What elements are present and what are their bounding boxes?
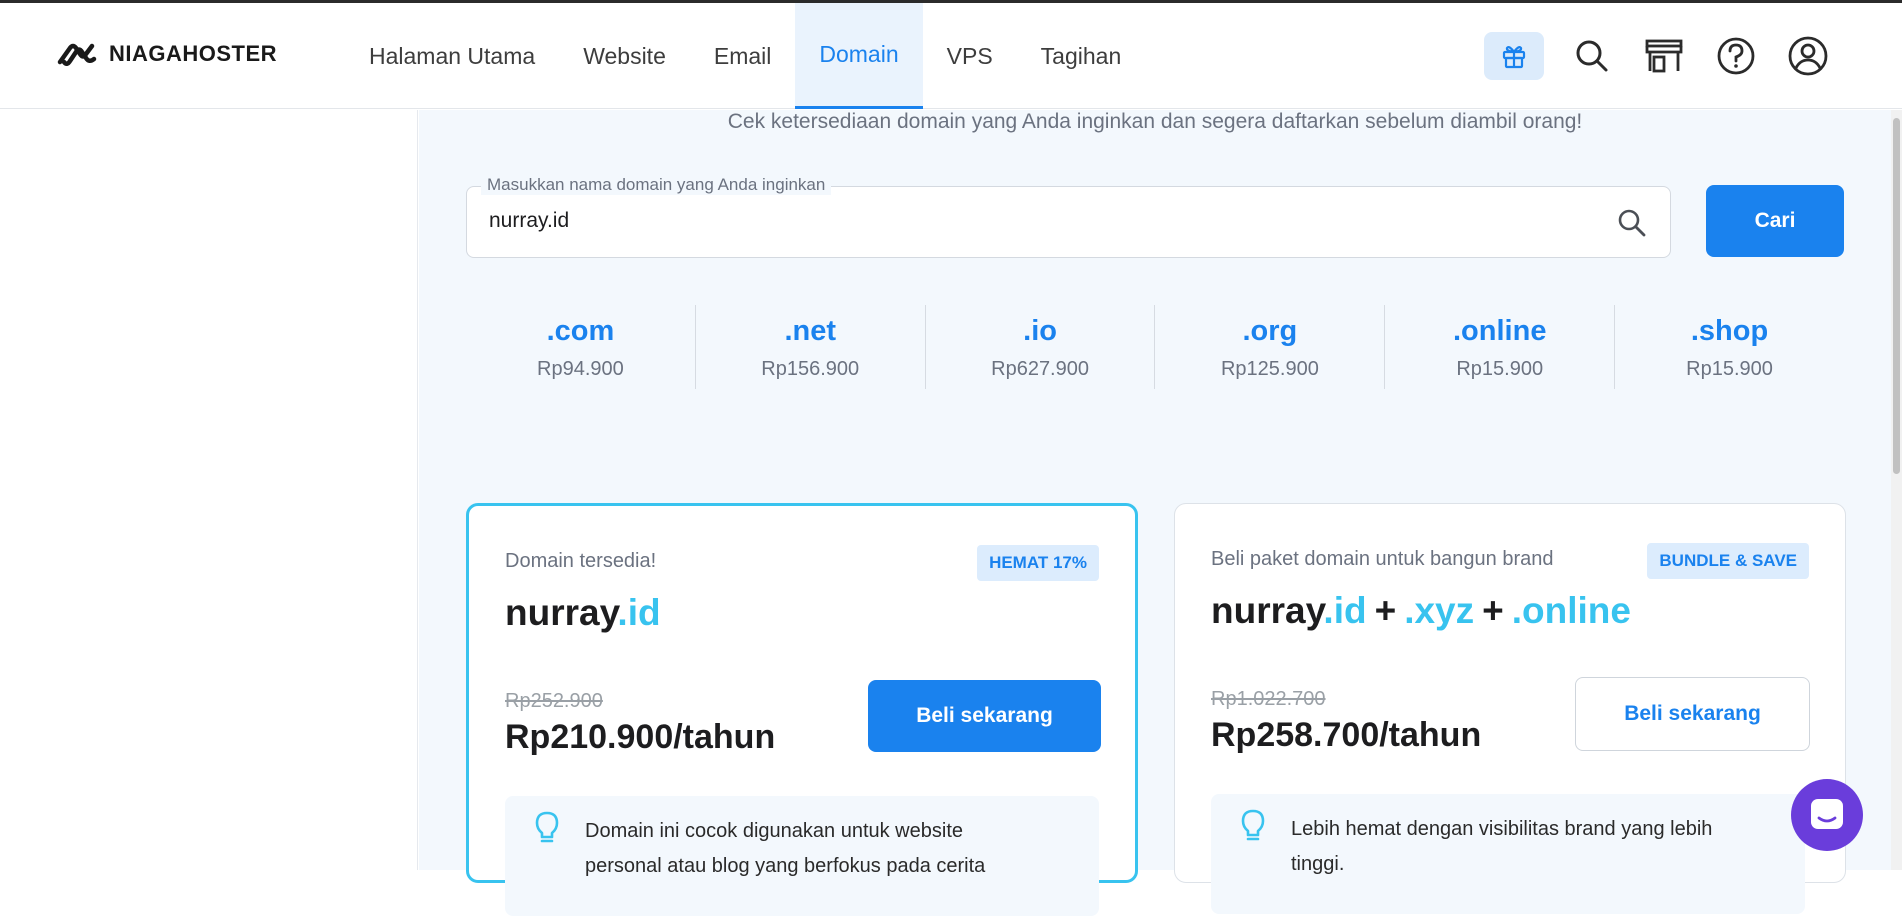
domain-extension: .id xyxy=(617,592,661,633)
tld-price: Rp15.900 xyxy=(1686,358,1773,380)
store-icon xyxy=(1645,39,1683,73)
nav-item-website[interactable]: Website xyxy=(559,3,690,109)
bundle-domain-names: nurray.id + .xyz + .online xyxy=(1211,590,1631,632)
current-price: Rp258.700/tahun xyxy=(1211,716,1482,754)
tld-price: Rp125.900 xyxy=(1220,358,1319,380)
page-scrollbar[interactable] xyxy=(1891,110,1902,870)
search-icon xyxy=(1576,40,1608,72)
lightbulb-icon xyxy=(1241,809,1265,841)
tld-price: Rp94.900 xyxy=(537,358,624,380)
nav-item-tagihan[interactable]: Tagihan xyxy=(1017,3,1146,109)
scrollbar-thumb[interactable] xyxy=(1893,118,1900,474)
header-search-button[interactable] xyxy=(1568,32,1616,80)
domain-search-label: Masukkan nama domain yang Anda inginkan xyxy=(481,175,832,195)
domain-extension: .online xyxy=(1511,590,1631,631)
tld-price-list: .com Rp94.900 .net Rp156.900 .io Rp627.9… xyxy=(466,305,1844,389)
brand-name: NIAGAHOSTER xyxy=(109,41,278,66)
domain-base: nurray xyxy=(505,592,618,633)
tld-item[interactable]: .net Rp156.900 xyxy=(696,305,926,389)
tld-price: Rp627.900 xyxy=(991,358,1089,380)
help-button[interactable] xyxy=(1712,32,1760,80)
old-price: Rp1.022.700 xyxy=(1211,688,1326,710)
domain-tip-text: Domain ini cocok digunakan untuk website… xyxy=(585,820,986,877)
cari-button[interactable]: Cari xyxy=(1706,185,1844,257)
domain-tip: Domain ini cocok digunakan untuk website… xyxy=(505,796,1099,916)
gift-icon xyxy=(1502,46,1526,69)
domain-search-value: nurray.id xyxy=(489,209,570,232)
section-subtitle: Cek ketersediaan domain yang Anda ingink… xyxy=(727,110,1583,133)
domain-search-input[interactable]: Masukkan nama domain yang Anda inginkan … xyxy=(466,175,1671,258)
top-header: NIAGAHOSTER Halaman Utama Website Email … xyxy=(0,3,1902,109)
tld-price: Rp156.900 xyxy=(761,358,860,380)
search-field-icon[interactable] xyxy=(1616,207,1648,239)
domain-base: nurray xyxy=(1211,590,1324,631)
tld-name: .org xyxy=(1242,315,1298,347)
chat-icon xyxy=(1811,799,1843,829)
buy-bundle-button[interactable]: Beli sekarang xyxy=(1575,677,1810,751)
tld-name: .net xyxy=(784,315,837,347)
tld-name: .online xyxy=(1453,315,1547,347)
bundle-tip-text: Lebih hemat dengan visibilitas brand yan… xyxy=(1291,818,1713,875)
niagahoster-logo[interactable]: NIAGAHOSTER xyxy=(57,41,277,67)
domain-extension: .id xyxy=(1323,590,1367,631)
bundle-label: Beli paket domain untuk bangun brand xyxy=(1211,548,1554,570)
tld-item[interactable]: .shop Rp15.900 xyxy=(1615,305,1844,389)
niagahoster-logo-icon xyxy=(57,43,97,66)
plus-sign: + xyxy=(1482,590,1504,631)
available-domain-card: Domain tersedia! HEMAT 17% nurray.id Rp2… xyxy=(466,503,1138,916)
left-sidebar xyxy=(0,110,418,870)
tld-name: .com xyxy=(546,315,615,347)
bundle-tip: Lebih hemat dengan visibilitas brand yan… xyxy=(1211,794,1805,914)
nav-item-email[interactable]: Email xyxy=(690,3,796,109)
main-nav: Halaman Utama Website Email Domain VPS T… xyxy=(345,3,1145,109)
domain-extension: .xyz xyxy=(1404,590,1475,631)
tld-item[interactable]: .online Rp15.900 xyxy=(1385,305,1616,389)
store-button[interactable] xyxy=(1640,32,1688,80)
current-price: Rp210.900/tahun xyxy=(505,718,776,756)
header-actions xyxy=(1484,3,1832,109)
tld-name: .shop xyxy=(1690,315,1769,347)
account-icon xyxy=(1788,36,1828,76)
discount-badge: HEMAT 17% xyxy=(977,545,1099,581)
lightbulb-icon xyxy=(535,811,559,843)
tld-price: Rp15.900 xyxy=(1456,358,1544,380)
domain-available-label: Domain tersedia! xyxy=(505,550,657,572)
buy-now-button[interactable]: Beli sekarang xyxy=(868,680,1101,752)
nav-item-domain[interactable]: Domain xyxy=(795,3,923,109)
tld-item[interactable]: .io Rp627.900 xyxy=(926,305,1156,389)
chat-button[interactable] xyxy=(1791,779,1863,851)
account-button[interactable] xyxy=(1784,32,1832,80)
tld-item[interactable]: .org Rp125.900 xyxy=(1155,305,1386,389)
plus-sign: + xyxy=(1374,590,1397,631)
old-price: Rp252.900 xyxy=(505,690,603,712)
domain-name: nurray.id xyxy=(505,592,661,634)
tld-name: .io xyxy=(1023,315,1057,347)
bundle-domain-card: Beli paket domain untuk bangun brand BUN… xyxy=(1174,503,1846,914)
domain-search-section: Cek ketersediaan domain yang Anda ingink… xyxy=(419,110,1891,916)
gift-button[interactable] xyxy=(1484,32,1544,80)
nav-item-halaman-utama[interactable]: Halaman Utama xyxy=(345,3,559,109)
bundle-badge: BUNDLE & SAVE xyxy=(1647,543,1809,579)
nav-item-vps[interactable]: VPS xyxy=(923,3,1017,109)
tld-item[interactable]: .com Rp94.900 xyxy=(466,305,696,389)
help-icon xyxy=(1717,37,1755,75)
